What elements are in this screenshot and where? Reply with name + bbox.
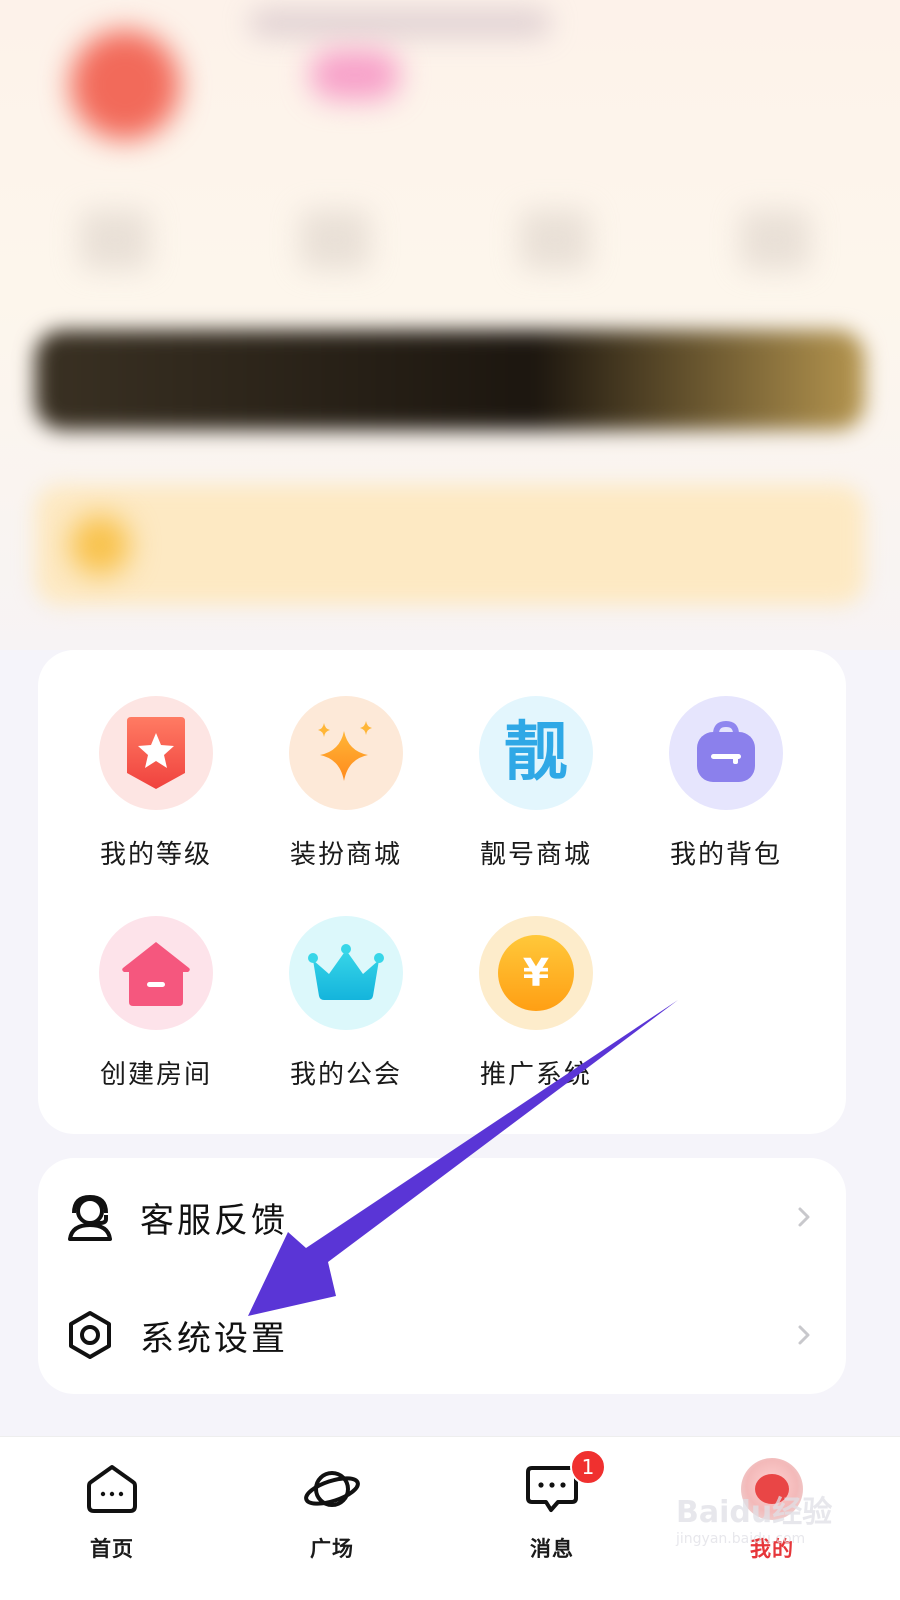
house-icon: [99, 916, 213, 1030]
grid-item-my-backpack[interactable]: 我的背包: [636, 696, 816, 896]
grid-item-label: 靓号商城: [479, 840, 592, 870]
grid-item-label: 我的背包: [669, 840, 782, 870]
grid-item-label: 装扮商城: [289, 840, 402, 870]
grid-item-vanity-number-mall[interactable]: 靓 靓号商城: [446, 696, 626, 896]
blurred-stat[interactable]: [80, 210, 150, 270]
level-shield-icon: [99, 696, 213, 810]
nav-item-home[interactable]: 首页: [52, 1457, 172, 1577]
sparkle-star-icon: [289, 696, 403, 810]
chevron-right-icon: [792, 1205, 816, 1229]
list-item-label: 客服反馈: [140, 1200, 288, 1241]
grid-item-promotion-system[interactable]: ¥ 推广系统: [446, 916, 626, 1116]
crown-icon: [289, 916, 403, 1030]
feature-grid-card: 我的等级 装扮商城 靓 靓号商城 我的背包 创建房间 我的公会 ¥ 推广系统: [38, 650, 846, 1134]
nav-item-square[interactable]: 广场: [272, 1457, 392, 1577]
grid-item-create-room[interactable]: 创建房间: [66, 916, 246, 1116]
liang-glyph: 靓: [504, 716, 568, 790]
grid-item-my-guild[interactable]: 我的公会: [256, 916, 436, 1116]
liang-character-icon: 靓: [479, 696, 593, 810]
grid-item-label: 推广系统: [479, 1060, 592, 1090]
list-item-label: 系统设置: [140, 1318, 288, 1359]
headset-agent-icon: [62, 1189, 118, 1245]
watermark-sub: jingyan.baidu.com: [676, 1531, 806, 1547]
nav-item-label: 首页: [90, 1537, 134, 1561]
home-chat-icon: [80, 1457, 144, 1521]
blurred-stat[interactable]: [300, 210, 370, 270]
yen-coin-icon: ¥: [479, 916, 593, 1030]
blurred-badge: [310, 50, 400, 100]
blurred-vip-card[interactable]: [35, 330, 865, 430]
chevron-right-icon: [792, 1323, 816, 1347]
blurred-banner[interactable]: [35, 485, 865, 605]
grid-item-label: 我的公会: [289, 1060, 402, 1090]
nav-item-label: 消息: [530, 1537, 574, 1561]
grid-item-dressup-mall[interactable]: 装扮商城: [256, 696, 436, 896]
blurred-avatar[interactable]: [70, 30, 180, 140]
nav-item-messages[interactable]: 1 消息: [492, 1449, 612, 1577]
message-icon: 1: [520, 1449, 606, 1521]
hexagon-settings-icon: [62, 1307, 118, 1363]
list-item-system-settings[interactable]: 系统设置: [38, 1276, 846, 1394]
blurred-coin-icon: [70, 515, 130, 575]
unread-badge: 1: [570, 1449, 606, 1485]
grid-item-my-level[interactable]: 我的等级: [66, 696, 246, 896]
blurred-stat[interactable]: [740, 210, 810, 270]
backpack-icon: [669, 696, 783, 810]
planet-icon: [300, 1457, 364, 1521]
blurred-username: [250, 10, 550, 36]
profile-page: 我的等级 装扮商城 靓 靓号商城 我的背包 创建房间 我的公会 ¥ 推广系统 客…: [0, 0, 900, 1600]
list-item-customer-feedback[interactable]: 客服反馈: [38, 1158, 846, 1276]
nav-item-label: 广场: [310, 1537, 354, 1561]
settings-list-card: 客服反馈 系统设置: [38, 1158, 846, 1394]
bottom-navigation: 首页 广场 1 消息 我的 Baidu经验 jingyan.baidu.com: [0, 1436, 900, 1600]
grid-item-label: 创建房间: [99, 1060, 212, 1090]
blurred-stat[interactable]: [520, 210, 590, 270]
grid-item-label: 我的等级: [99, 840, 212, 870]
watermark-main: Baidu经验: [676, 1495, 833, 1530]
yen-glyph: ¥: [523, 951, 549, 995]
baidu-jingyan-watermark: Baidu经验 jingyan.baidu.com: [676, 1487, 846, 1557]
blurred-profile-header: [0, 0, 900, 650]
